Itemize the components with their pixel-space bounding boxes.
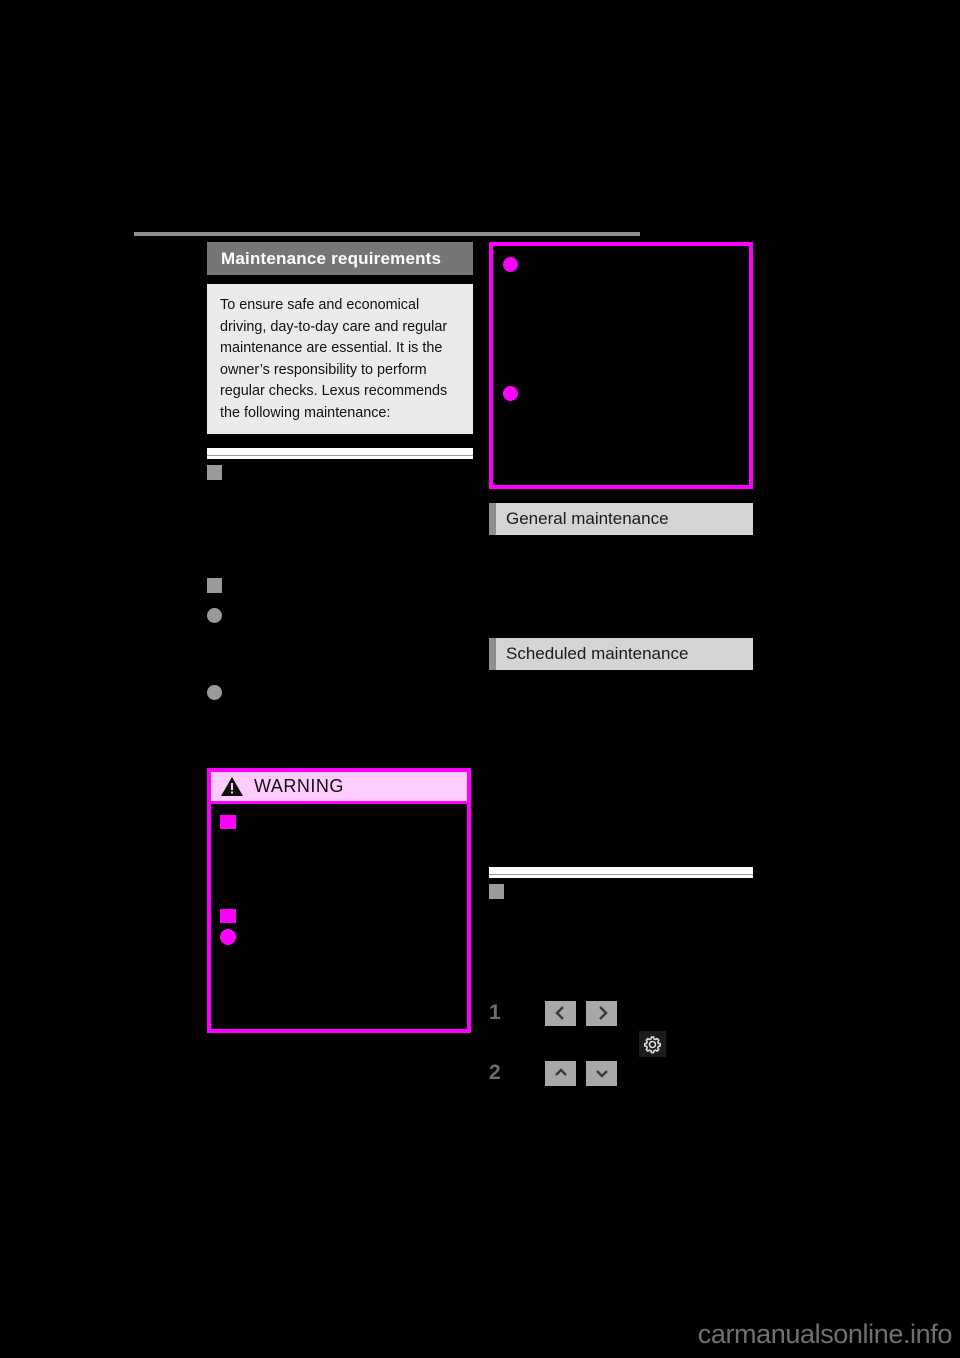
round-bullet-icon	[207, 608, 222, 623]
reset-heading-label: Resetting the maintenance items	[511, 882, 746, 899]
right-column: General maintenance Scheduled maintenanc…	[489, 242, 753, 1086]
manual-page: Maintenance requirements To ensure safe …	[0, 0, 960, 1358]
square-bullet-icon	[220, 909, 236, 923]
round-bullet-icon	[503, 386, 518, 401]
warning-item	[220, 906, 458, 923]
step-number: 1	[489, 1001, 501, 1024]
step-row: 1	[489, 1000, 753, 1026]
square-bullet-icon	[220, 815, 236, 829]
round-bullet-icon	[207, 685, 222, 700]
section-divider	[207, 448, 473, 459]
square-bullet-icon	[207, 465, 222, 480]
notice-item	[503, 255, 739, 380]
left-column: Maintenance requirements To ensure safe …	[207, 242, 473, 1033]
intro-paragraph: To ensure safe and economical driving, d…	[207, 284, 473, 434]
step-row: 2	[489, 1060, 753, 1086]
warning-item	[220, 927, 458, 1017]
reset-heading-row: Resetting the maintenance items	[489, 881, 753, 900]
subsection-heading-label: Do-it-yourself maintenance	[229, 463, 423, 480]
step-1-buttons	[545, 1000, 617, 1026]
warning-panel-body	[211, 804, 467, 1029]
warning-item	[220, 812, 458, 904]
general-maintenance-heading: General maintenance	[489, 503, 753, 535]
chevron-right-icon[interactable]	[586, 1000, 617, 1026]
chevron-up-icon[interactable]	[545, 1060, 576, 1086]
list-item	[207, 605, 473, 667]
subsection-body-text	[207, 489, 473, 575]
subsection-heading-row: Do-it-yourself maintenance	[207, 462, 473, 481]
warning-title: WARNING	[254, 776, 344, 796]
warning-panel: WARNING	[207, 768, 471, 1033]
page-title: Maintenance requirements	[207, 242, 473, 275]
step-number: 2	[489, 1061, 501, 1084]
scheduled-maintenance-body	[489, 678, 753, 853]
warning-triangle-icon	[220, 776, 244, 797]
round-bullet-icon	[220, 929, 236, 945]
warning-panel-header: WARNING	[211, 772, 467, 804]
scheduled-maintenance-heading: Scheduled maintenance	[489, 638, 753, 670]
notice-item	[503, 384, 739, 454]
chevron-down-icon[interactable]	[586, 1060, 617, 1086]
section-divider	[489, 867, 753, 878]
page-header-rule	[134, 232, 640, 236]
gear-button-row	[489, 1031, 753, 1057]
reset-instructions-text	[489, 908, 753, 986]
square-bullet-icon	[207, 578, 222, 593]
square-bullet-icon	[489, 884, 504, 899]
step-2-buttons	[545, 1060, 617, 1086]
site-watermark: carmanualsonline.info	[697, 1319, 953, 1349]
chevron-left-icon[interactable]	[545, 1000, 576, 1026]
general-maintenance-body	[489, 543, 753, 638]
list-item	[207, 682, 473, 758]
second-heading-row	[207, 575, 473, 593]
round-bullet-icon	[503, 257, 518, 272]
notice-panel	[489, 242, 753, 489]
gear-icon[interactable]	[639, 1031, 666, 1057]
